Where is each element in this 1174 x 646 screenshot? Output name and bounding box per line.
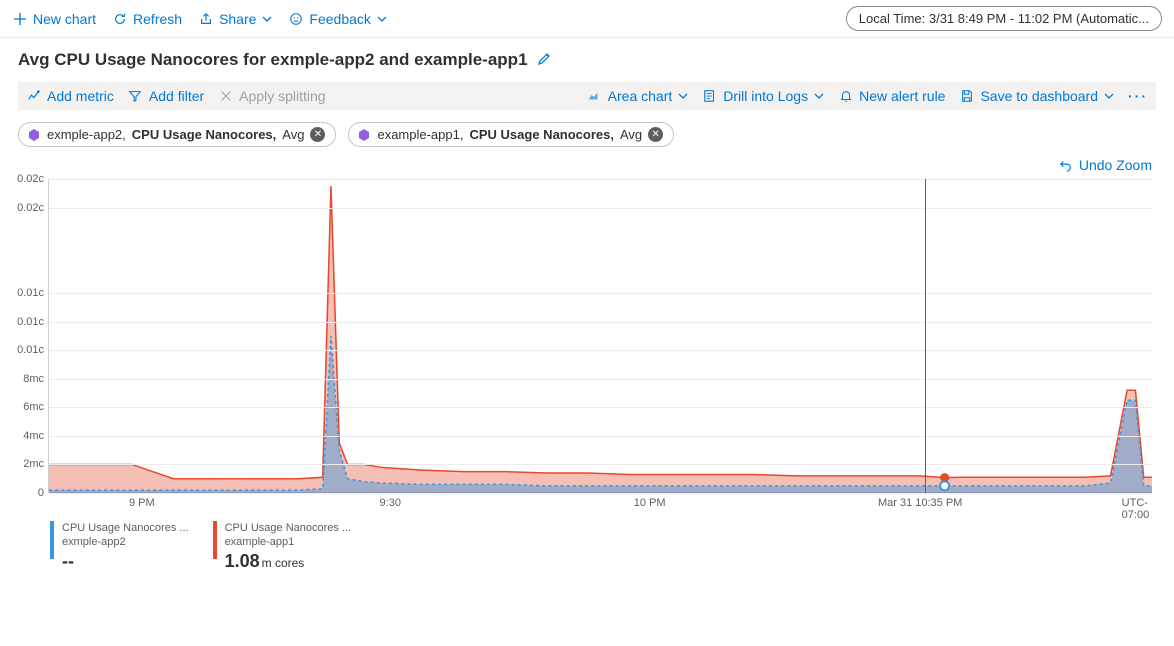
more-options-button[interactable]: ··· bbox=[1128, 88, 1148, 104]
chart-type-label: Area chart bbox=[608, 88, 673, 104]
pill-resource: example-app1, bbox=[377, 127, 463, 142]
undo-icon bbox=[1059, 158, 1073, 172]
feedback-button[interactable]: Feedback bbox=[288, 11, 386, 27]
legend-value: -- bbox=[62, 551, 74, 571]
save-icon bbox=[959, 89, 974, 104]
new-chart-label: New chart bbox=[33, 11, 96, 27]
split-icon bbox=[218, 89, 233, 104]
legend-color-swatch bbox=[213, 521, 217, 559]
chart-cursor bbox=[925, 179, 926, 493]
chevron-down-icon bbox=[678, 91, 688, 101]
metric-pill[interactable]: exmple-app2, CPU Usage Nanocores, Avg ✕ bbox=[18, 122, 336, 147]
chevron-down-icon bbox=[377, 14, 387, 24]
refresh-button[interactable]: Refresh bbox=[112, 11, 182, 27]
pill-agg: Avg bbox=[620, 127, 642, 142]
logs-icon bbox=[702, 89, 717, 104]
legend-item[interactable]: CPU Usage Nanocores ... example-app1 1.0… bbox=[213, 521, 352, 573]
resource-icon bbox=[357, 128, 371, 142]
edit-title-icon[interactable] bbox=[536, 51, 552, 70]
apply-splitting-label: Apply splitting bbox=[239, 88, 325, 104]
apply-splitting-button: Apply splitting bbox=[218, 88, 325, 104]
smile-icon bbox=[288, 11, 303, 26]
legend-color-swatch bbox=[50, 521, 54, 559]
add-metric-icon bbox=[26, 89, 41, 104]
legend-resource-label: example-app1 bbox=[225, 535, 352, 549]
metric-pill[interactable]: example-app1, CPU Usage Nanocores, Avg ✕ bbox=[348, 122, 674, 147]
feedback-label: Feedback bbox=[309, 11, 370, 27]
refresh-icon bbox=[112, 11, 127, 26]
share-icon bbox=[198, 11, 213, 26]
share-button[interactable]: Share bbox=[198, 11, 272, 27]
share-label: Share bbox=[219, 11, 256, 27]
chart-area[interactable]: 02mc4mc6mc8mc0.01c0.01c0.01c0.02c0.02c 9… bbox=[48, 179, 1152, 509]
drill-logs-label: Drill into Logs bbox=[723, 88, 808, 104]
chevron-down-icon bbox=[1104, 91, 1114, 101]
refresh-label: Refresh bbox=[133, 11, 182, 27]
add-filter-button[interactable]: Add filter bbox=[128, 88, 204, 104]
y-axis-labels: 02mc4mc6mc8mc0.01c0.01c0.01c0.02c0.02c bbox=[10, 179, 44, 509]
chart-svg bbox=[49, 179, 1152, 493]
add-filter-label: Add filter bbox=[149, 88, 204, 104]
alert-icon bbox=[838, 89, 853, 104]
remove-pill-icon[interactable]: ✕ bbox=[648, 127, 663, 142]
new-alert-label: New alert rule bbox=[859, 88, 945, 104]
save-dashboard-label: Save to dashboard bbox=[980, 88, 1098, 104]
chevron-down-icon bbox=[262, 14, 272, 24]
pill-resource: exmple-app2, bbox=[47, 127, 126, 142]
x-axis-labels: 9 PM9:3010 PMMar 31 10:35 PMUTC-07:00 bbox=[48, 497, 1152, 511]
pill-metric: CPU Usage Nanocores, bbox=[132, 127, 277, 142]
plus-icon bbox=[12, 11, 27, 26]
pill-metric: CPU Usage Nanocores, bbox=[469, 127, 614, 142]
add-metric-button[interactable]: Add metric bbox=[26, 88, 114, 104]
drill-logs-button[interactable]: Drill into Logs bbox=[702, 88, 824, 104]
resource-icon bbox=[27, 128, 41, 142]
new-chart-button[interactable]: New chart bbox=[12, 11, 96, 27]
add-metric-label: Add metric bbox=[47, 88, 114, 104]
remove-pill-icon[interactable]: ✕ bbox=[310, 127, 325, 142]
legend-resource-label: exmple-app2 bbox=[62, 535, 189, 549]
chart-type-dropdown[interactable]: Area chart bbox=[587, 88, 689, 104]
time-range-picker[interactable]: Local Time: 3/31 8:49 PM - 11:02 PM (Aut… bbox=[846, 6, 1162, 31]
legend-unit: m cores bbox=[262, 556, 305, 570]
legend-metric-label: CPU Usage Nanocores ... bbox=[225, 521, 352, 535]
page-title: Avg CPU Usage Nanocores for exmple-app2 … bbox=[18, 50, 528, 70]
legend-metric-label: CPU Usage Nanocores ... bbox=[62, 521, 189, 535]
chevron-down-icon bbox=[814, 91, 824, 101]
undo-zoom-label: Undo Zoom bbox=[1079, 157, 1152, 173]
new-alert-button[interactable]: New alert rule bbox=[838, 88, 945, 104]
filter-icon bbox=[128, 89, 143, 104]
pill-agg: Avg bbox=[282, 127, 304, 142]
undo-zoom-button[interactable]: Undo Zoom bbox=[1059, 157, 1152, 173]
legend-item[interactable]: CPU Usage Nanocores ... exmple-app2 -- bbox=[50, 521, 189, 573]
area-chart-icon bbox=[587, 89, 602, 104]
legend-value: 1.08 bbox=[225, 551, 260, 571]
save-dashboard-button[interactable]: Save to dashboard bbox=[959, 88, 1114, 104]
